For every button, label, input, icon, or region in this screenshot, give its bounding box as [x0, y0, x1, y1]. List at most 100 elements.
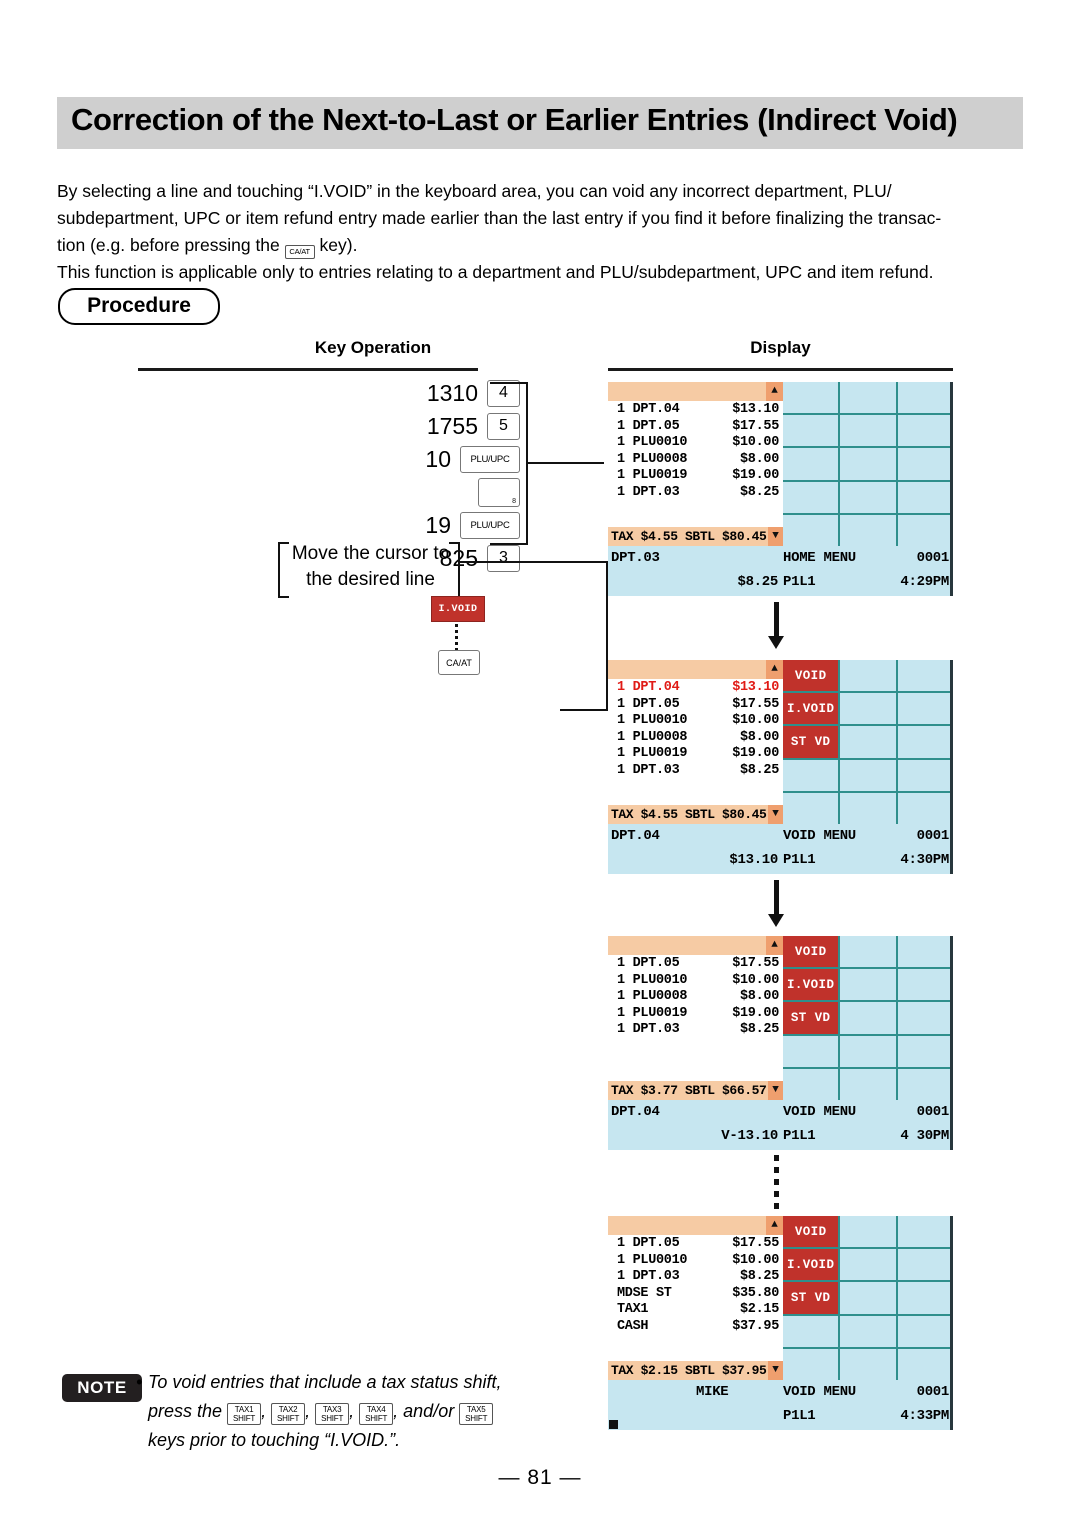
scroll-down-arrow-icon[interactable]: ▼	[768, 527, 783, 546]
keypad-cell[interactable]	[897, 969, 953, 1001]
keypad-cell[interactable]	[840, 514, 896, 546]
keypad-cell[interactable]	[897, 1002, 953, 1034]
void-key[interactable]: VOID	[783, 1216, 839, 1248]
keypad-cell[interactable]	[783, 1068, 839, 1100]
void-key[interactable]: VOID	[783, 936, 839, 968]
keypad-cell[interactable]	[897, 726, 953, 758]
keypad-cell[interactable]	[897, 660, 953, 692]
keypad-cell[interactable]	[897, 1035, 953, 1067]
receipt-row[interactable]: 1 DPT.05 $17.55	[608, 1236, 783, 1253]
keypad-cell[interactable]	[897, 514, 953, 546]
scroll-down-arrow-icon[interactable]: ▼	[768, 805, 783, 824]
keypad-cell[interactable]	[897, 1216, 953, 1248]
keypad-cell[interactable]	[897, 382, 953, 414]
keypad-cell[interactable]	[840, 693, 896, 725]
st-vd-key[interactable]: ST VD	[783, 1002, 839, 1034]
keypad-cell[interactable]	[897, 693, 953, 725]
keypad-cell[interactable]	[783, 382, 839, 414]
keypad-cell[interactable]	[783, 1348, 839, 1380]
keypad-cell[interactable]	[840, 759, 896, 791]
receipt-row[interactable]: 1 DPT.05 $17.55	[608, 419, 783, 436]
receipt-row[interactable]: 1 PLU0019 $19.00	[608, 1006, 783, 1023]
keypad-cell[interactable]	[897, 1348, 953, 1380]
dept-key-3[interactable]: 3	[487, 544, 520, 572]
tax4-shift-key[interactable]: TAX4 SHIFT	[359, 1403, 394, 1425]
receipt-row[interactable]: 1 DPT.03 $8.25	[608, 1022, 783, 1039]
plu-upc-key[interactable]: PLU/UPC	[460, 511, 520, 539]
keypad-cell[interactable]	[840, 1348, 896, 1380]
receipt-row[interactable]: MDSE ST $35.80	[608, 1286, 783, 1303]
caat-key[interactable]: CA/AT	[438, 650, 480, 675]
keypad-cell[interactable]	[840, 726, 896, 758]
keypad-cell[interactable]	[840, 1035, 896, 1067]
ivoid-key[interactable]: I.VOID	[783, 1249, 839, 1281]
scroll-down-arrow-icon[interactable]: ▼	[768, 1081, 783, 1100]
ivoid-key[interactable]: I.VOID	[783, 969, 839, 1001]
keypad-cell[interactable]	[840, 936, 896, 968]
st-vd-key[interactable]: ST VD	[783, 1282, 839, 1314]
receipt-row[interactable]: 1 PLU0010 $10.00	[608, 435, 783, 452]
keypad-cell[interactable]	[840, 1282, 896, 1314]
tax3-shift-key[interactable]: TAX3 SHIFT	[315, 1403, 350, 1425]
receipt-row[interactable]: 1 DPT.03 $8.25	[608, 485, 783, 502]
receipt-row[interactable]: 1 DPT.05 $17.55	[608, 697, 783, 714]
keypad-cell[interactable]	[897, 1068, 953, 1100]
keypad-cell[interactable]	[783, 1035, 839, 1067]
receipt-row[interactable]: 1 DPT.03 $8.25	[608, 1269, 783, 1286]
keypad-cell[interactable]	[840, 1068, 896, 1100]
receipt-row[interactable]: TAX1 $2.15	[608, 1302, 783, 1319]
tax2-shift-key[interactable]: TAX2 SHIFT	[271, 1403, 306, 1425]
scroll-up-arrow-icon[interactable]: ▲	[766, 1216, 783, 1235]
keypad-cell[interactable]	[840, 448, 896, 480]
keypad-cell[interactable]	[897, 792, 953, 824]
keypad-cell[interactable]	[783, 415, 839, 447]
receipt-row[interactable]: 1 PLU0019 $19.00	[608, 746, 783, 763]
keypad-cell[interactable]	[897, 1282, 953, 1314]
keypad-cell[interactable]	[897, 481, 953, 513]
tax1-shift-key[interactable]: TAX1 SHIFT	[227, 1403, 262, 1425]
keypad-cell[interactable]	[783, 759, 839, 791]
receipt-row[interactable]: 1 PLU0008 $8.00	[608, 989, 783, 1006]
keypad-cell[interactable]	[783, 792, 839, 824]
keypad-cell[interactable]	[783, 514, 839, 546]
keypad-cell[interactable]	[840, 1216, 896, 1248]
keypad-cell[interactable]	[840, 1002, 896, 1034]
receipt-row[interactable]: 1 PLU0019 $19.00	[608, 468, 783, 485]
scroll-up-arrow-icon[interactable]: ▲	[766, 660, 783, 679]
scroll-down-arrow-icon[interactable]: ▼	[768, 1361, 783, 1380]
ivoid-key[interactable]: I.VOID	[431, 596, 485, 622]
void-key[interactable]: VOID	[783, 660, 839, 692]
keypad-cell[interactable]	[897, 415, 953, 447]
keypad-cell[interactable]	[897, 936, 953, 968]
receipt-row[interactable]: 1 DPT.05 $17.55	[608, 956, 783, 973]
receipt-row[interactable]: CASH $37.95	[608, 1319, 783, 1336]
keypad-cell[interactable]	[783, 1315, 839, 1347]
scroll-up-arrow-icon[interactable]: ▲	[766, 936, 783, 955]
receipt-row[interactable]: 1 DPT.03 $8.25	[608, 763, 783, 780]
receipt-row[interactable]: 1 PLU0008 $8.00	[608, 452, 783, 469]
keypad-cell[interactable]	[840, 382, 896, 414]
dept-key-5[interactable]: 5	[487, 412, 520, 440]
keypad-cell[interactable]	[840, 792, 896, 824]
keypad-cell[interactable]	[840, 969, 896, 1001]
receipt-row[interactable]: 1 PLU0010 $10.00	[608, 713, 783, 730]
receipt-row[interactable]: 1 PLU0010 $10.00	[608, 1253, 783, 1270]
direct-plu-key[interactable]: 8	[478, 477, 520, 507]
keypad-cell[interactable]	[840, 660, 896, 692]
keypad-cell[interactable]	[840, 415, 896, 447]
receipt-row[interactable]: 1 PLU0008 $8.00	[608, 730, 783, 747]
receipt-row[interactable]: 1 DPT.04 $13.10	[608, 402, 783, 419]
keypad-cell[interactable]	[897, 1249, 953, 1281]
keypad-cell[interactable]	[840, 481, 896, 513]
receipt-row-selected[interactable]: 1 DPT.04 $13.10	[608, 680, 783, 697]
scroll-up-arrow-icon[interactable]: ▲	[766, 382, 783, 401]
keypad-cell[interactable]	[783, 481, 839, 513]
keypad-cell[interactable]	[897, 759, 953, 791]
tax5-shift-key[interactable]: TAX5 SHIFT	[459, 1403, 494, 1425]
keypad-cell[interactable]	[783, 448, 839, 480]
keypad-cell[interactable]	[897, 448, 953, 480]
ivoid-key[interactable]: I.VOID	[783, 693, 839, 725]
receipt-row[interactable]: 1 PLU0010 $10.00	[608, 973, 783, 990]
keypad-cell[interactable]	[840, 1249, 896, 1281]
st-vd-key[interactable]: ST VD	[783, 726, 839, 758]
